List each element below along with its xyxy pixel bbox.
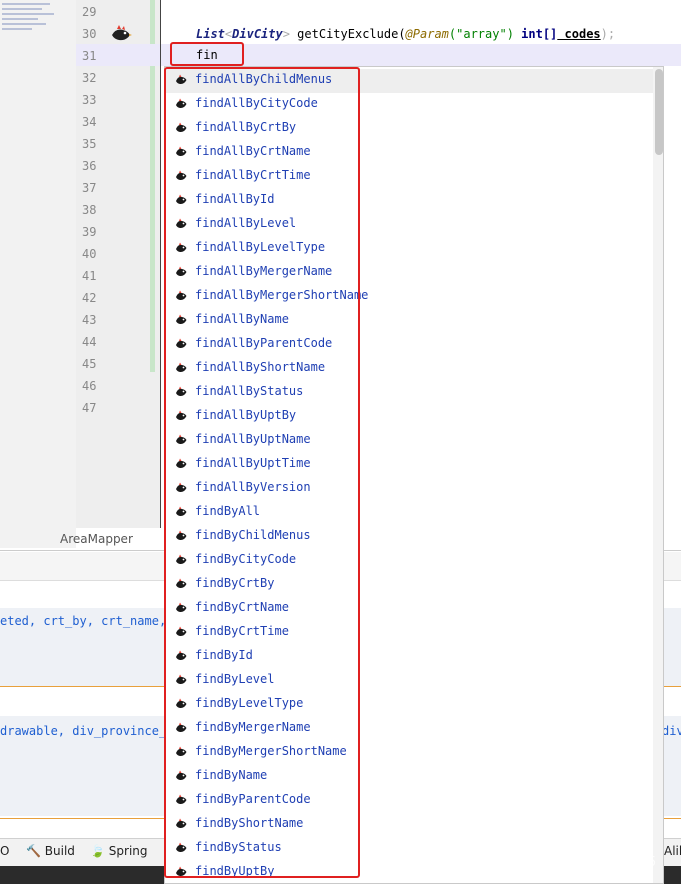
line-number: 45 [82,357,97,371]
editor-file-label[interactable]: AreaMapper [60,532,133,546]
code-annotation: @Param [405,27,449,41]
code-type-list: List [196,27,225,41]
line-number: 29 [82,5,97,19]
line-number: 43 [82,313,97,327]
line-number: 40 [82,247,97,261]
line-number: 39 [82,225,97,239]
build-label: Build [44,844,75,858]
line-number: 47 [82,401,97,415]
spring-tool-button[interactable]: 🍃 Spring [90,844,148,858]
current-line-highlight [76,44,681,66]
spring-label: Spring [108,844,148,858]
line-number: 31 [82,49,97,63]
code-line-30[interactable]: List<DivCity> getCityExclude(@Param("arr… [196,27,615,41]
gutter-divider [160,0,161,528]
code-method-name: getCityExclude( [289,27,406,41]
code-primitive: int[] [513,27,558,41]
line-number: 34 [82,115,97,129]
leaf-icon: 🍃 [90,844,105,858]
build-tool-button[interactable]: 🔨 Build [26,844,75,858]
completion-highlight-box [164,67,360,878]
watermark: https://blog.csdn.net/qq_38380025 [428,855,657,870]
toolbar-left-fragment[interactable]: O [0,844,9,858]
line-number: 38 [82,203,97,217]
line-number: 30 [82,27,97,41]
code-generic-close: > [282,27,290,41]
mybatis-bird-icon[interactable] [110,25,132,43]
completion-scroll-thumb[interactable] [655,69,663,155]
line-number: 42 [82,291,97,305]
sql-columns-line-2: drawable, div_province_id [0,724,181,738]
completion-scrollbar[interactable] [653,67,663,883]
line-number: 41 [82,269,97,283]
code-param: codes [557,27,601,41]
code-string: ("array") [448,27,514,41]
line-number: 33 [82,93,97,107]
line-number: 37 [82,181,97,195]
line-number: 32 [82,71,97,85]
typed-text-highlight-box [170,42,244,66]
left-side-panel [0,0,76,548]
line-number: 35 [82,137,97,151]
line-number: 36 [82,159,97,173]
sql-columns-line-2-right: div [662,724,681,738]
line-number: 44 [82,335,97,349]
minimap-preview[interactable] [0,0,58,42]
code-type-divcity: DivCity [232,27,283,41]
code-end: ); [600,27,616,41]
toolbar-right-fragment[interactable]: Alib [664,844,681,858]
hammer-icon: 🔨 [26,844,41,858]
line-number: 46 [82,379,97,393]
